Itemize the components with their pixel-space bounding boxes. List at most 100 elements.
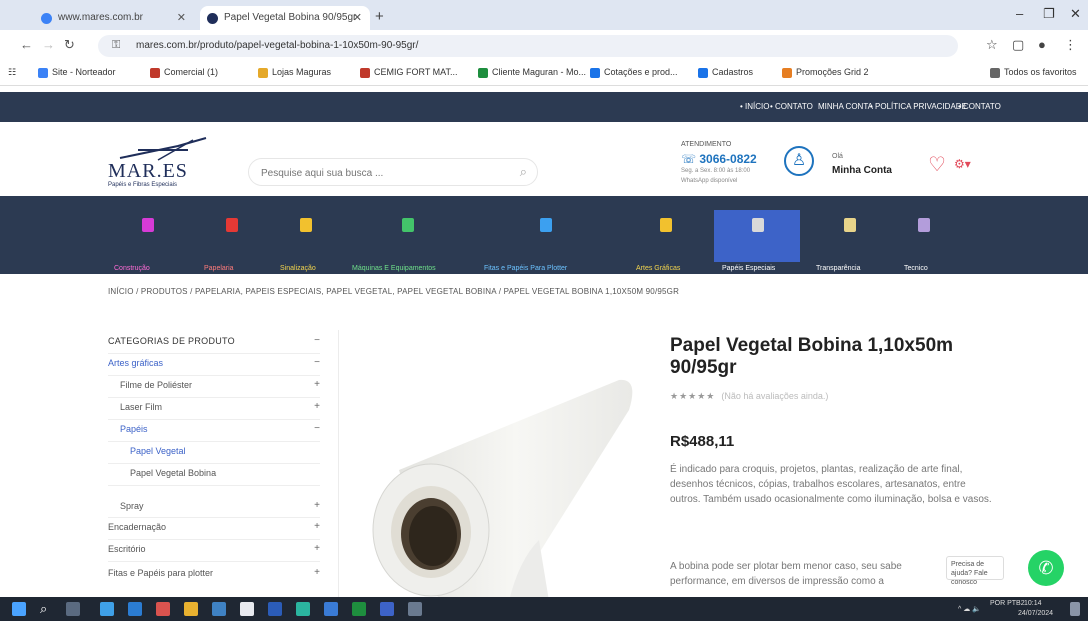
collapse-icon[interactable]: − bbox=[314, 423, 320, 434]
sidebar-item-encadernacao[interactable]: Encadernação bbox=[108, 522, 166, 532]
product-rating[interactable]: ★★★★★ (Não há avaliações ainda.) bbox=[670, 391, 828, 402]
bookmark-item[interactable]: Todos os favoritos bbox=[990, 67, 1077, 78]
expand-icon[interactable]: + bbox=[314, 521, 320, 532]
toplink-inicio[interactable]: • INÍCIO bbox=[740, 102, 769, 111]
account-link[interactable]: Minha Conta bbox=[832, 165, 892, 176]
category-construcao[interactable]: Construção bbox=[108, 210, 188, 272]
reload-icon[interactable]: ↻ bbox=[64, 37, 75, 53]
category-sinalizacao[interactable]: Sinalização bbox=[274, 210, 338, 272]
expand-icon[interactable]: + bbox=[314, 500, 320, 511]
sidebar-item-papeis[interactable]: Papéis bbox=[120, 424, 148, 434]
expand-icon[interactable]: + bbox=[314, 543, 320, 554]
notification-icon[interactable] bbox=[1070, 602, 1080, 616]
excel-icon[interactable] bbox=[352, 602, 366, 616]
app-icon[interactable] bbox=[408, 602, 422, 616]
browser-tab-inactive[interactable]: www.mares.com.br ✕ bbox=[34, 6, 194, 30]
sidebar-item-papel-vegetal[interactable]: Papel Vegetal bbox=[130, 446, 186, 456]
search-icon[interactable]: ⌕ bbox=[40, 601, 47, 617]
bookmark-item[interactable]: Cliente Maguran - Mo... bbox=[478, 67, 586, 78]
word-icon[interactable] bbox=[268, 602, 282, 616]
minimize-button[interactable]: – bbox=[1016, 6, 1023, 21]
extensions-icon[interactable]: ▢ bbox=[1012, 37, 1024, 53]
category-nav: Construção Papelaria Sinalização Máquina… bbox=[0, 196, 1088, 274]
close-icon[interactable]: ✕ bbox=[177, 11, 186, 24]
app-icon[interactable] bbox=[100, 602, 114, 616]
app-icon[interactable] bbox=[296, 602, 310, 616]
category-transparencia[interactable]: Transparência bbox=[810, 210, 888, 272]
windows-start-icon[interactable] bbox=[12, 602, 26, 616]
whatsapp-icon[interactable]: ✆ bbox=[1028, 550, 1064, 586]
expand-icon[interactable]: + bbox=[314, 567, 320, 578]
bookmark-item[interactable]: Cadastros bbox=[698, 67, 753, 78]
category-label: Sinalização bbox=[280, 265, 316, 272]
sidebar-item-papel-vegetal-bobina[interactable]: Papel Vegetal Bobina bbox=[130, 468, 216, 478]
profile-icon[interactable]: ● bbox=[1038, 37, 1046, 52]
tab-title: www.mares.com.br bbox=[58, 12, 144, 23]
category-papeis-especiais[interactable]: Papéis Especiais bbox=[714, 210, 800, 272]
browser-tab-active[interactable]: Papel Vegetal Bobina 90/95gr ✕ bbox=[200, 6, 370, 30]
heart-icon[interactable]: ♡ bbox=[928, 152, 946, 177]
clock-date[interactable]: 24/07/2024 bbox=[1018, 610, 1053, 617]
cart-icon[interactable]: ⚙▾ bbox=[954, 157, 971, 171]
category-artes-graficas[interactable]: Artes Gráficas bbox=[626, 210, 706, 272]
close-icon[interactable]: ✕ bbox=[353, 11, 362, 24]
forward-icon[interactable]: → bbox=[42, 37, 55, 52]
apps-icon[interactable]: ☷ bbox=[8, 67, 16, 78]
bookmark-item[interactable]: Cotações e prod... bbox=[590, 67, 678, 78]
bookmark-item[interactable]: Comercial (1) bbox=[150, 67, 218, 78]
clock-time[interactable]: 10:14 bbox=[1024, 600, 1042, 607]
chrome-icon[interactable] bbox=[240, 602, 254, 616]
collapse-icon[interactable]: − bbox=[314, 357, 320, 368]
app-icon[interactable] bbox=[128, 602, 142, 616]
bookmark-label: Todos os favoritos bbox=[1004, 67, 1077, 77]
collapse-icon[interactable]: − bbox=[314, 335, 320, 346]
system-tray-icons[interactable]: ^ ☁ 🔈 bbox=[958, 605, 981, 613]
sidebar-item-spray[interactable]: Spray bbox=[120, 501, 144, 511]
breadcrumb[interactable]: INÍCIO / PRODUTOS / PAPELARIA, PAPEIS ES… bbox=[108, 287, 679, 296]
close-window-button[interactable]: ✕ bbox=[1070, 6, 1081, 22]
keyboard-language[interactable]: POR PTB2 bbox=[990, 600, 1025, 607]
sidebar-item-artes-graficas[interactable]: Artes gráficas bbox=[108, 358, 163, 368]
bookmark-label: Lojas Maguras bbox=[272, 67, 332, 77]
app-icon[interactable] bbox=[156, 602, 170, 616]
menu-icon[interactable]: ⋮ bbox=[1064, 37, 1077, 53]
sidebar-item-laser-film[interactable]: Laser Film bbox=[120, 402, 162, 412]
site-logo[interactable]: MAR.ES Papéis e Fibras Especiais bbox=[108, 136, 208, 188]
category-fitas-plotter[interactable]: Fitas e Papéis Para Plotter bbox=[478, 210, 612, 272]
back-icon[interactable]: ← bbox=[20, 37, 33, 52]
site-info-icon[interactable]: ⚿ bbox=[112, 39, 120, 52]
toplink-contato[interactable]: • CONTATO bbox=[770, 102, 813, 111]
toplink-politica[interactable]: • POLÍTICA PRIVACIDADE bbox=[870, 102, 967, 111]
bookmark-item[interactable]: CEMIG FORT MAT... bbox=[360, 67, 458, 78]
app-icon[interactable] bbox=[324, 602, 338, 616]
bookmark-item[interactable]: Lojas Maguras bbox=[258, 67, 332, 78]
outlook-icon[interactable] bbox=[380, 602, 394, 616]
sidebar-item-fitas-papeis-plotter[interactable]: Fitas e Papéis para plotter bbox=[108, 568, 213, 578]
category-label: Artes Gráficas bbox=[636, 265, 681, 272]
address-bar[interactable]: ⚿ mares.com.br/produto/papel-vegetal-bob… bbox=[98, 35, 958, 57]
expand-icon[interactable]: + bbox=[314, 379, 320, 390]
search-icon[interactable]: ⌕ bbox=[520, 164, 527, 180]
category-sidebar: CATEGORIAS DE PRODUTO − Artes gráficas −… bbox=[108, 331, 320, 601]
phone-number[interactable]: ☏ 3066-0822 bbox=[681, 152, 757, 166]
user-icon[interactable]: ♙ bbox=[784, 146, 814, 176]
category-maquinas[interactable]: Máquinas E Equipamentos bbox=[346, 210, 470, 272]
sidebar-item-escritorio[interactable]: Escritório bbox=[108, 544, 146, 554]
sidebar-item-filme-poliester[interactable]: Filme de Poliéster bbox=[120, 380, 192, 390]
chat-prompt[interactable]: Precisa de ajuda? Fale conosco bbox=[946, 556, 1004, 586]
new-tab-button[interactable]: + bbox=[375, 8, 384, 25]
toplink-contato-2[interactable]: • CONTATO bbox=[958, 102, 1001, 111]
bookmark-item[interactable]: Promoções Grid 2 bbox=[782, 67, 869, 78]
category-tecnico[interactable]: Tecnico bbox=[896, 210, 952, 272]
expand-icon[interactable]: + bbox=[314, 401, 320, 412]
bookmark-item[interactable]: Site - Norteador bbox=[38, 67, 116, 78]
star-icon[interactable]: ☆ bbox=[986, 37, 998, 53]
search-input[interactable] bbox=[261, 165, 501, 181]
task-view-icon[interactable] bbox=[66, 602, 80, 616]
maximize-button[interactable]: ❐ bbox=[1043, 6, 1055, 22]
category-papelaria[interactable]: Papelaria bbox=[196, 210, 268, 272]
toplink-minha-conta[interactable]: MINHA CONTA bbox=[818, 102, 873, 111]
app-icon[interactable] bbox=[212, 602, 226, 616]
product-image[interactable] bbox=[338, 330, 648, 601]
file-explorer-icon[interactable] bbox=[184, 602, 198, 616]
